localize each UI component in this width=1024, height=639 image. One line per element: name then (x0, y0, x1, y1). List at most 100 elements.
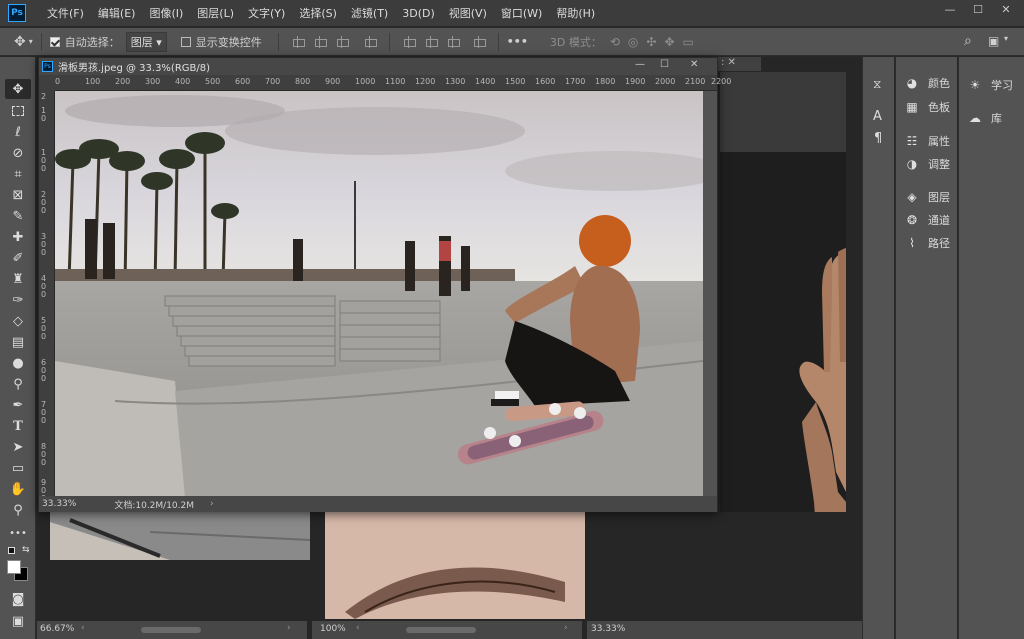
blur-tool-icon[interactable]: ● (9, 355, 27, 371)
ruler-tick: 1900 (625, 77, 646, 86)
show-transform-checkbox[interactable] (180, 36, 191, 47)
menu-layer[interactable]: 图层(L) (190, 5, 241, 21)
horizontal-scrollbar[interactable] (406, 627, 476, 633)
chevron-down-icon[interactable]: ▾ (1004, 34, 1008, 43)
align-top-icon[interactable] (402, 35, 416, 48)
menu-image[interactable]: 图像(I) (142, 5, 190, 21)
bottom-doc-left-status: 66.67% ‹ › (37, 621, 307, 639)
menu-filter[interactable]: 滤镜(T) (344, 5, 395, 21)
scroll-right-icon[interactable]: › (564, 623, 568, 633)
frame-tool-icon[interactable]: ⊠ (9, 187, 27, 203)
auto-select-dropdown[interactable]: 图层 ▾ (125, 31, 167, 52)
scroll-right-icon[interactable]: › (287, 623, 291, 633)
menu-window[interactable]: 窗口(W) (494, 5, 549, 21)
pen-tool-icon[interactable]: ✒ (9, 397, 27, 413)
horizontal-scrollbar[interactable] (141, 627, 201, 633)
history-panel-icon[interactable]: ⧖ (873, 77, 881, 92)
status-menu-icon[interactable]: › (210, 499, 214, 509)
properties-panel-button[interactable]: ☷ 属性 (904, 133, 950, 149)
menu-file[interactable]: 文件(F) (40, 5, 91, 21)
menu-3d[interactable]: 3D(D) (395, 7, 442, 20)
learn-panel-button[interactable]: ☀ 学习 (967, 77, 1013, 93)
marquee-tool-icon[interactable] (9, 103, 27, 119)
dodge-tool-icon[interactable]: ⚲ (9, 376, 27, 392)
chevron-down-icon[interactable]: ▾ (29, 37, 33, 46)
channels-panel-button[interactable]: ❂ 通道 (904, 212, 950, 228)
close-window-button[interactable]: ✕ (992, 0, 1020, 18)
doc-minimize-button[interactable]: — (635, 59, 645, 70)
foreground-color-swatch[interactable] (7, 560, 21, 574)
libraries-panel-button[interactable]: ☁ 库 (967, 110, 1002, 126)
quick-select-tool-icon[interactable]: ⊘ (9, 145, 27, 161)
align-bottom-icon[interactable] (446, 35, 460, 48)
maximize-button[interactable]: ☐ (964, 0, 992, 18)
lasso-tool-icon[interactable]: ℓ (9, 124, 27, 140)
move-tool-icon[interactable]: ✥ (5, 79, 31, 99)
scroll-left-icon[interactable]: ‹ (81, 623, 85, 633)
layers-panel-button[interactable]: ◈ 图层 (904, 189, 950, 205)
color-panel-button[interactable]: ◕ 颜色 (904, 75, 950, 91)
type-tool-icon[interactable]: T (9, 418, 27, 434)
grid-icon: ▦ (906, 100, 918, 114)
channels-icon: ❂ (906, 213, 918, 227)
swap-colors-icon[interactable]: ⇆ (22, 545, 30, 555)
document-title-bar[interactable]: Ps 滑板男孩.jpeg @ 33.3%(RGB/8) — ☐ ✕ (39, 58, 717, 75)
menu-select[interactable]: 选择(S) (292, 5, 344, 21)
crop-tool-icon[interactable]: ⌗ (9, 166, 27, 182)
ruler-tick: 0 (41, 458, 47, 467)
eraser-tool-icon[interactable]: ◇ (9, 313, 27, 329)
hand-tool-icon[interactable]: ✋ (9, 481, 27, 497)
move-tool-icon[interactable]: ✥ (14, 34, 26, 50)
paths-panel-button[interactable]: ⌇ 路径 (904, 235, 950, 251)
align-right-icon[interactable] (335, 35, 349, 48)
zoom-level: 100% (320, 624, 346, 634)
character-panel-icon[interactable]: A (873, 109, 882, 124)
brush-tool-icon[interactable]: ✐ (9, 250, 27, 266)
3d-roll-icon[interactable]: ◎ (628, 35, 638, 49)
menu-edit[interactable]: 编辑(E) (91, 5, 143, 21)
align-center-icon[interactable] (313, 35, 327, 48)
screen-mode-icon[interactable]: ▣ (9, 613, 27, 629)
distribute-vertical-icon[interactable] (472, 35, 486, 48)
ruler-tick: 1500 (505, 77, 526, 86)
path-selection-tool-icon[interactable]: ➤ (9, 439, 27, 455)
scroll-left-icon[interactable]: ‹ (356, 623, 360, 633)
default-colors-icon[interactable] (8, 547, 15, 554)
auto-select-checkbox[interactable] (49, 36, 60, 47)
adjustments-panel-button[interactable]: ◑ 调整 (904, 156, 950, 172)
swatches-panel-button[interactable]: ▦ 色板 (904, 99, 950, 115)
3d-slide-icon[interactable]: ✥ (664, 35, 674, 49)
canvas[interactable] (55, 91, 703, 496)
3d-pan-icon[interactable]: ✣ (646, 35, 656, 49)
minimize-button[interactable]: — (936, 0, 964, 18)
menu-type[interactable]: 文字(Y) (241, 5, 292, 21)
more-options-button[interactable]: ••• (507, 35, 528, 48)
3d-orbit-icon[interactable]: ⟲ (610, 35, 620, 49)
document-tab-close[interactable]: : ✕ (717, 57, 761, 71)
doc-close-button[interactable]: ✕ (690, 59, 698, 70)
healing-brush-tool-icon[interactable]: ✚ (9, 229, 27, 245)
quick-mask-icon[interactable]: ◙ (9, 591, 27, 607)
search-icon[interactable]: ⌕ (964, 33, 972, 49)
doc-maximize-button[interactable]: ☐ (660, 59, 669, 70)
3d-scale-icon[interactable]: ▭ (683, 35, 694, 49)
paragraph-panel-icon[interactable]: ¶ (874, 131, 882, 146)
align-middle-icon[interactable] (424, 35, 438, 48)
workspace-icon[interactable]: ▣ (988, 34, 999, 48)
history-brush-tool-icon[interactable]: ✑ (9, 292, 27, 308)
align-left-icon[interactable] (291, 35, 305, 48)
menu-view[interactable]: 视图(V) (442, 5, 494, 21)
zoom-tool-icon[interactable]: ⚲ (9, 502, 27, 518)
distribute-icon[interactable] (363, 35, 377, 48)
ruler-tick: 100 (85, 77, 101, 86)
gradient-tool-icon[interactable]: ▤ (9, 334, 27, 350)
eyedropper-tool-icon[interactable]: ✎ (9, 208, 27, 224)
options-bar: ✥ ▾ 自动选择： 图层 ▾ 显示变换控件 ••• 3D 模式： ⟲ ◎ ✣ ✥… (0, 28, 1024, 56)
document-tab-title: 滑板男孩.jpeg @ 33.3%(RGB/8) (58, 63, 211, 74)
edit-toolbar-icon[interactable]: ••• (9, 525, 27, 541)
panel-dock-icons: ⧖ A ¶ (862, 57, 894, 639)
paths-icon: ⌇ (909, 236, 915, 250)
menu-help[interactable]: 帮助(H) (549, 5, 602, 21)
stamp-tool-icon[interactable]: ♜ (9, 271, 27, 287)
rectangle-tool-icon[interactable]: ▭ (9, 460, 27, 476)
